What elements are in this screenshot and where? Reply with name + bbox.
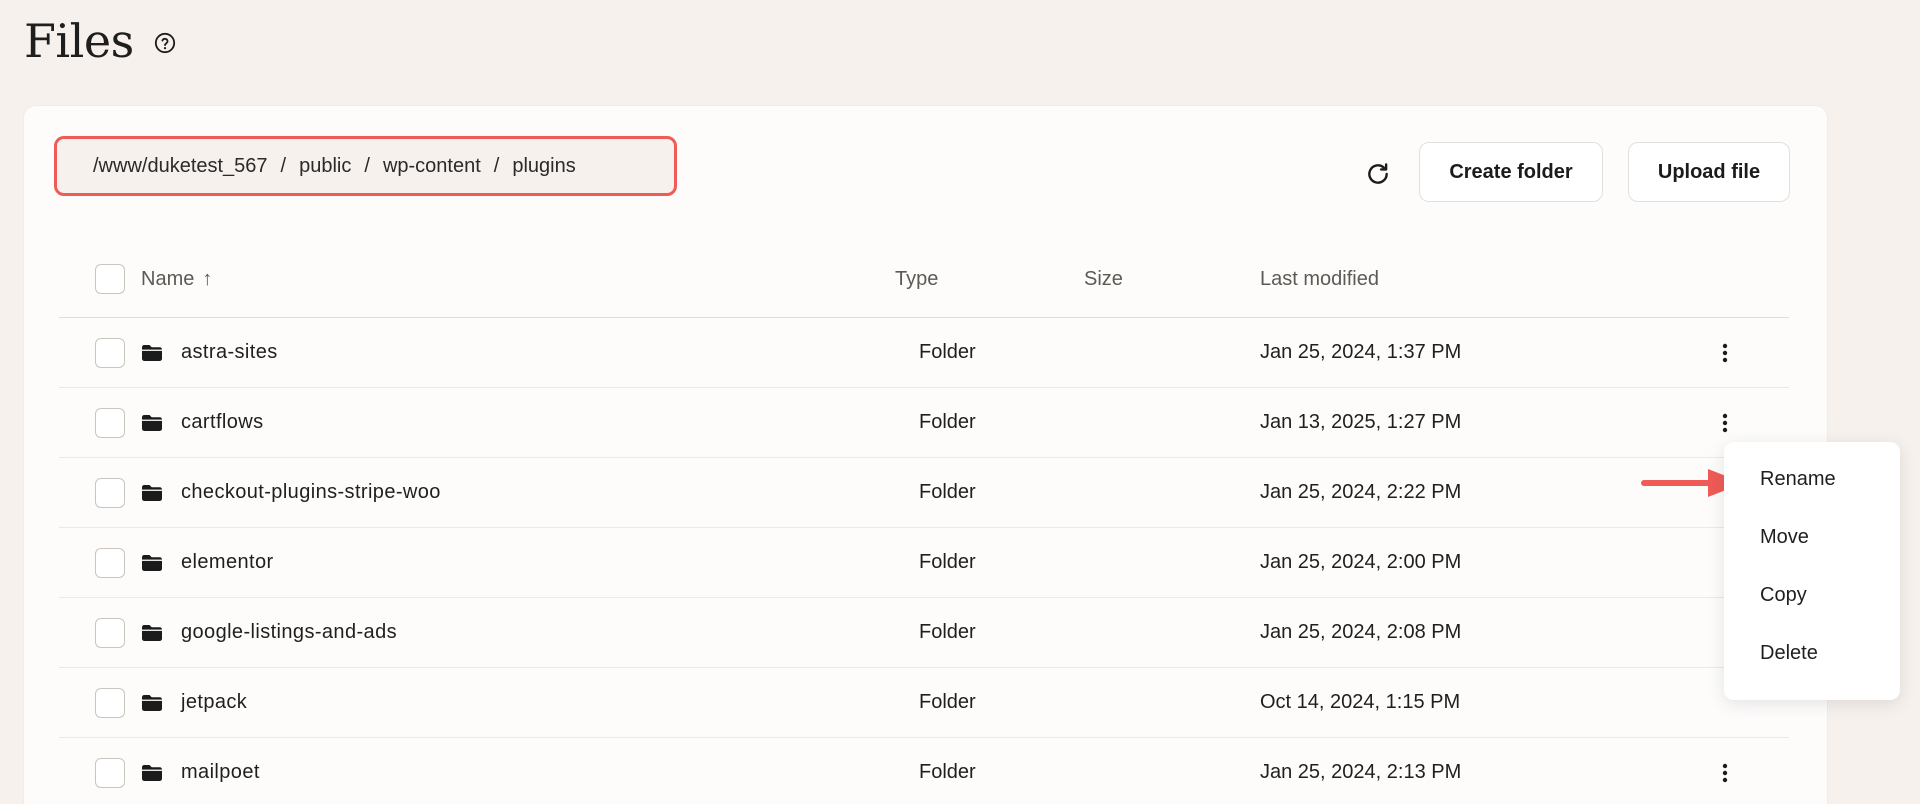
row-checkbox[interactable] xyxy=(95,687,125,718)
row-select-cell xyxy=(95,388,125,457)
name-cell: mailpoet xyxy=(141,738,260,804)
modified-cell: Jan 25, 2024, 1:37 PM xyxy=(1260,341,1462,363)
breadcrumb-separator: / xyxy=(493,154,500,177)
row-select-cell xyxy=(95,598,125,667)
help-circle-icon[interactable] xyxy=(154,30,176,54)
more-vertical-icon[interactable] xyxy=(1713,411,1737,435)
type-cell: Folder xyxy=(919,761,976,783)
row-select-cell xyxy=(95,738,125,804)
column-header-last-modified[interactable]: Last modified xyxy=(1260,241,1379,317)
table-row[interactable]: mailpoet Folder Jan 25, 2024, 2:13 PM xyxy=(59,738,1789,804)
row-context-menu: Rename Move Copy Delete xyxy=(1724,442,1900,700)
folder-icon xyxy=(141,554,163,572)
row-select-cell xyxy=(95,458,125,527)
table-row[interactable]: jetpack Folder Oct 14, 2024, 1:15 PM xyxy=(59,668,1789,738)
refresh-icon xyxy=(1368,163,1388,184)
row-actions-cell xyxy=(1713,318,1737,387)
name-cell: cartflows xyxy=(141,388,264,457)
more-vertical-icon[interactable] xyxy=(1713,341,1737,365)
folder-icon xyxy=(141,764,163,782)
file-name[interactable]: elementor xyxy=(181,551,274,574)
sort-ascending-icon: ↑ xyxy=(202,267,213,290)
row-checkbox[interactable] xyxy=(95,617,125,648)
modified-cell: Jan 25, 2024, 2:08 PM xyxy=(1260,621,1462,643)
menu-item-rename[interactable]: Rename xyxy=(1760,468,1836,491)
file-name[interactable]: mailpoet xyxy=(181,761,260,784)
column-header-name[interactable]: Name ↑ xyxy=(141,241,212,317)
file-name[interactable]: jetpack xyxy=(181,691,247,714)
select-all-checkbox[interactable] xyxy=(95,264,125,294)
breadcrumb-item-root[interactable]: /www/duketest_567 xyxy=(93,155,268,178)
modified-cell: Jan 25, 2024, 2:13 PM xyxy=(1260,761,1462,783)
table-row[interactable]: google-listings-and-ads Folder Jan 25, 202… xyxy=(59,598,1789,668)
breadcrumb-item-wp-content[interactable]: wp-content xyxy=(383,155,481,178)
menu-item-copy[interactable]: Copy xyxy=(1760,584,1807,607)
files-page: Files /www/duketest_567 / public / wp-co… xyxy=(0,0,1920,804)
name-cell: google-listings-and-ads xyxy=(141,598,397,667)
folder-icon xyxy=(141,624,163,642)
title-row: Files xyxy=(24,14,176,68)
row-checkbox[interactable] xyxy=(95,337,125,368)
more-vertical-icon[interactable] xyxy=(1713,761,1737,785)
page-title: Files xyxy=(24,14,134,68)
menu-item-delete[interactable]: Delete xyxy=(1760,642,1818,665)
refresh-button[interactable] xyxy=(1360,156,1396,192)
folder-icon xyxy=(141,484,163,502)
file-name[interactable]: cartflows xyxy=(181,411,264,434)
name-cell: jetpack xyxy=(141,668,247,737)
row-actions-cell xyxy=(1713,738,1737,804)
folder-icon xyxy=(141,344,163,362)
breadcrumb: /www/duketest_567 / public / wp-content … xyxy=(54,136,677,196)
file-name[interactable]: google-listings-and-ads xyxy=(181,621,397,644)
type-cell: Folder xyxy=(919,691,976,713)
modified-cell: Jan 13, 2025, 1:27 PM xyxy=(1260,411,1462,433)
file-name[interactable]: astra-sites xyxy=(181,341,278,364)
modified-cell: Oct 14, 2024, 1:15 PM xyxy=(1260,691,1461,713)
row-select-cell xyxy=(95,668,125,737)
name-cell: checkout-plugins-stripe-woo xyxy=(141,458,441,527)
type-cell: Folder xyxy=(919,411,976,433)
table-header: Name ↑ Type Size Last modified xyxy=(59,241,1789,318)
name-cell: astra-sites xyxy=(141,318,278,387)
row-checkbox[interactable] xyxy=(95,477,125,508)
file-list: astra-sites Folder Jan 25, 2024, 1:37 PM ca… xyxy=(59,318,1789,804)
row-select-cell xyxy=(95,318,125,387)
type-cell: Folder xyxy=(919,621,976,643)
modified-cell: Jan 25, 2024, 2:00 PM xyxy=(1260,551,1462,573)
type-cell: Folder xyxy=(919,551,976,573)
type-cell: Folder xyxy=(919,481,976,503)
row-checkbox[interactable] xyxy=(95,547,125,578)
name-cell: elementor xyxy=(141,528,274,597)
column-header-size[interactable]: Size xyxy=(1084,241,1123,317)
breadcrumb-separator: / xyxy=(280,154,287,177)
menu-item-move[interactable]: Move xyxy=(1760,526,1809,549)
table-row[interactable]: astra-sites Folder Jan 25, 2024, 1:37 PM xyxy=(59,318,1789,388)
table-row[interactable]: elementor Folder Jan 25, 2024, 2:00 PM xyxy=(59,528,1789,598)
row-checkbox[interactable] xyxy=(95,407,125,438)
create-folder-button[interactable]: Create folder xyxy=(1419,142,1603,202)
column-header-type[interactable]: Type xyxy=(895,241,938,317)
upload-file-button[interactable]: Upload file xyxy=(1628,142,1790,202)
select-all-cell xyxy=(95,241,125,317)
file-browser-card: /www/duketest_567 / public / wp-content … xyxy=(24,106,1827,804)
table-row[interactable]: cartflows Folder Jan 13, 2025, 1:27 PM xyxy=(59,388,1789,458)
breadcrumb-item-plugins[interactable]: plugins xyxy=(512,155,575,178)
table-row[interactable]: checkout-plugins-stripe-woo Folder Jan 25,… xyxy=(59,458,1789,528)
file-name[interactable]: checkout-plugins-stripe-woo xyxy=(181,481,441,504)
folder-icon xyxy=(141,414,163,432)
column-name-label: Name xyxy=(141,267,195,290)
breadcrumb-separator: / xyxy=(364,154,370,177)
folder-icon xyxy=(141,694,163,712)
type-cell: Folder xyxy=(919,341,976,363)
breadcrumb-item-public[interactable]: public xyxy=(299,155,351,178)
row-checkbox[interactable] xyxy=(95,757,125,788)
modified-cell: Jan 25, 2024, 2:22 PM xyxy=(1260,481,1462,503)
row-select-cell xyxy=(95,528,125,597)
